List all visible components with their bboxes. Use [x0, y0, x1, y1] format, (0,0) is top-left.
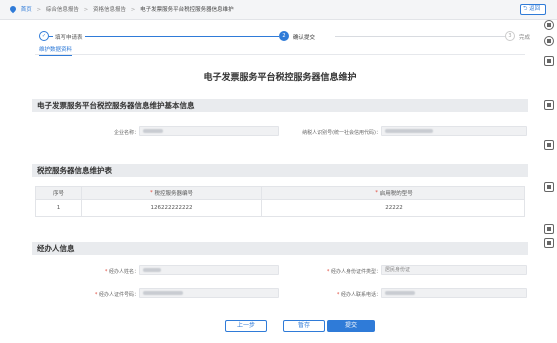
label-text: 经办人证件号码：: [98, 292, 139, 298]
company-name-label: 企业名称：: [113, 130, 139, 136]
step-2-number: 2: [279, 31, 289, 41]
table-row[interactable]: 1 126222222222 22222: [35, 200, 525, 217]
required-mark: *: [104, 269, 108, 275]
main-panel: ✓ 填写申请表 2 确认提交 3 完成 维护数据资料 电子发票服务平台税控服务器…: [27, 22, 533, 340]
table-cell-seq: 1: [36, 200, 82, 216]
step-line-pending: [335, 36, 505, 37]
handler-id-no-label: * 经办人证件号码：: [67, 291, 139, 298]
handler-id-type-select[interactable]: 居民身份证: [381, 265, 527, 275]
required-mark: *: [149, 190, 153, 196]
submit-button[interactable]: 提交: [327, 320, 375, 332]
step-3-label: 完成: [519, 35, 531, 41]
header-text: 启用税的型号: [379, 191, 413, 197]
breadcrumb-separator: >: [36, 7, 42, 13]
table-header-seq: 序号: [36, 187, 82, 199]
breadcrumb-item[interactable]: 资格信息报告: [93, 7, 126, 13]
breadcrumb-separator: >: [83, 7, 89, 13]
handler-phone-label: * 经办人联系电话：: [299, 291, 381, 298]
step-3-number: 3: [505, 31, 515, 41]
redacted-value: [143, 128, 163, 133]
taxpayer-id-field[interactable]: [381, 126, 527, 136]
breadcrumb: 首页 > 综合信息报告 > 资格信息报告 > 电子发票服务平台税控服务器信息维护: [8, 4, 234, 14]
redacted-value: [385, 128, 433, 133]
top-bar: 首页 > 综合信息报告 > 资格信息报告 > 电子发票服务平台税控服务器信息维护…: [0, 0, 557, 20]
required-mark: *: [326, 269, 330, 275]
table-header-model: * 启用税的型号: [262, 187, 526, 199]
table-cell-model: 22222: [385, 205, 403, 211]
tool-icon[interactable]: [544, 140, 554, 150]
handler-id-no-field[interactable]: [139, 288, 279, 298]
breadcrumb-current: 电子发票服务平台税控服务器信息维护: [140, 7, 234, 13]
prev-step-button[interactable]: 上一步: [225, 320, 267, 332]
location-icon: [8, 4, 18, 14]
tool-icon[interactable]: [544, 100, 554, 110]
redacted-value: [143, 267, 161, 272]
tab-bar: 维护数据资料: [35, 45, 525, 56]
company-name-field[interactable]: [139, 126, 279, 136]
table-header-row: 序号 * 税控服务器编号 * 启用税的型号: [35, 186, 525, 200]
page-title: 电子发票服务平台税控服务器信息维护: [203, 73, 357, 83]
handler-name-field[interactable]: [139, 265, 279, 275]
step-1-label: 填写申请表: [53, 33, 85, 41]
back-button[interactable]: ⮌ 返回: [520, 4, 546, 15]
label-text: 经办人姓名：: [108, 269, 139, 275]
tab-maintain-data[interactable]: 维护数据资料: [39, 45, 73, 56]
section-basic-info-header: 电子发票服务平台税控服务器信息维护基本信息: [32, 99, 528, 112]
step-indicator: ✓ 填写申请表 2 确认提交 3 完成: [35, 29, 530, 43]
back-arrow-icon: ⮌: [523, 6, 528, 12]
table-header-server-no: * 税控服务器编号: [82, 187, 262, 199]
label-text: 经办人联系电话：: [340, 292, 381, 298]
redacted-value: [385, 290, 415, 295]
back-button-label: 返回: [529, 6, 541, 12]
taxpayer-id-label: 纳税人识别号(统一社会信用代码)：: [302, 130, 381, 136]
service-icon[interactable]: [544, 36, 554, 46]
handler-phone-field[interactable]: [381, 288, 527, 298]
tool-icon[interactable]: [544, 238, 554, 248]
breadcrumb-item[interactable]: 综合信息报告: [46, 7, 79, 13]
section-server-table-header: 税控服务器信息维护表: [32, 164, 528, 177]
required-mark: *: [94, 292, 98, 298]
step-2-label: 确认提交: [293, 35, 316, 41]
breadcrumb-home[interactable]: 首页: [21, 7, 32, 13]
redacted-value: [143, 290, 183, 295]
help-icon[interactable]: [544, 20, 554, 30]
label-text: 经办人身份证件类型：: [330, 269, 381, 275]
handler-name-label: * 经办人姓名：: [67, 268, 139, 275]
save-draft-button[interactable]: 暂存: [283, 320, 325, 332]
required-mark: *: [375, 190, 378, 196]
header-text: 税控服务器编号: [154, 191, 193, 197]
table-cell-server-no: 126222222222: [82, 200, 262, 216]
tool-icon[interactable]: [544, 224, 554, 234]
header-text: 序号: [52, 191, 64, 197]
section-handler-header: 经办人信息: [32, 242, 528, 255]
tool-icon[interactable]: [544, 56, 554, 66]
handler-id-type-label: * 经办人身份证件类型：: [299, 268, 381, 275]
breadcrumb-separator: >: [130, 7, 136, 13]
right-tool-rail: [541, 20, 557, 343]
tool-icon[interactable]: [544, 182, 554, 192]
step-1-check-icon: ✓: [39, 31, 49, 41]
required-mark: *: [336, 292, 340, 298]
